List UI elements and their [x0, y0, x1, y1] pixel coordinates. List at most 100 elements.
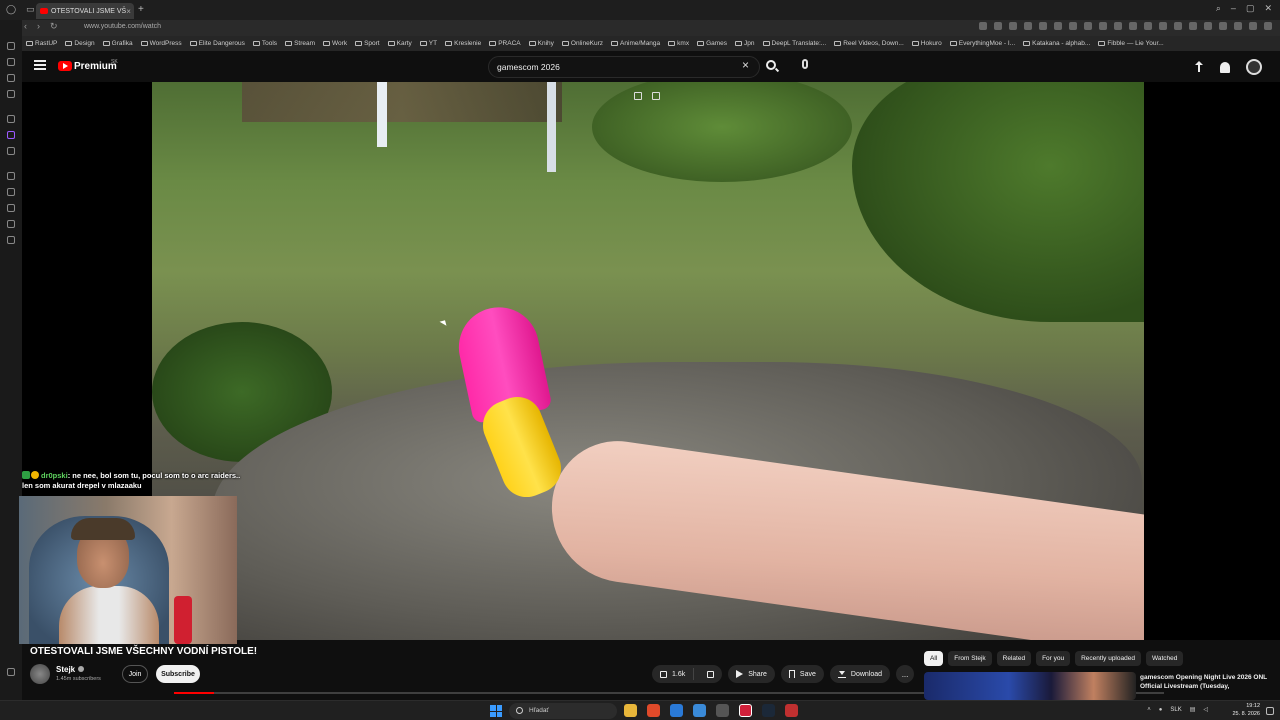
sidebar-app-icon[interactable] — [7, 172, 15, 180]
channel-avatar[interactable] — [30, 664, 50, 684]
notification-icon[interactable] — [1266, 707, 1274, 715]
extension-icon[interactable] — [979, 22, 987, 30]
taskbar-search[interactable]: Hľadať — [509, 703, 617, 719]
extension-icon[interactable] — [1114, 22, 1122, 30]
extension-icon[interactable] — [1174, 22, 1182, 30]
bookmark-item[interactable]: EverythingMoe - I... — [949, 40, 1015, 47]
sidebar-app-icon[interactable] — [7, 74, 15, 82]
tab-list-icon[interactable]: ▭ — [26, 4, 35, 15]
extension-icon[interactable] — [1204, 22, 1212, 30]
search-input[interactable]: gamescom 2026 — [497, 62, 560, 72]
volume-icon[interactable]: ◁ — [1203, 706, 1208, 713]
upload-icon[interactable] — [1194, 61, 1204, 73]
close-window-icon[interactable]: ✕ — [1264, 3, 1272, 14]
filter-chip[interactable]: All — [924, 651, 944, 666]
sidebar-app-icon[interactable] — [7, 115, 15, 123]
bookmark-item[interactable]: Work — [323, 40, 347, 47]
extension-icon[interactable] — [1039, 22, 1047, 30]
recommended-video-thumbnail[interactable] — [924, 672, 1136, 700]
extension-icon[interactable] — [1099, 22, 1107, 30]
search-box[interactable]: gamescom 2026 — [488, 56, 760, 78]
bookmark-item[interactable]: Katakana - alphab... — [1023, 40, 1090, 47]
back-icon[interactable]: ‹ — [24, 21, 27, 32]
bookmark-item[interactable]: RastUP — [26, 40, 57, 47]
search-tabs-icon[interactable]: ⌕ — [1216, 3, 1221, 14]
new-tab-button[interactable]: + — [138, 4, 144, 15]
extension-icon[interactable] — [1129, 22, 1137, 30]
file-explorer-icon[interactable] — [624, 704, 637, 717]
filter-chip[interactable]: Recently uploaded — [1075, 651, 1141, 666]
recommended-video-title[interactable]: gamescom Opening Night Live 2026 ONL Off… — [1140, 674, 1274, 691]
sidebar-app-icon[interactable] — [7, 58, 15, 66]
tray-chevron-icon[interactable]: ˄ — [1147, 707, 1151, 713]
bookmark-item[interactable]: PRACA — [489, 40, 521, 47]
extension-icon[interactable] — [1249, 22, 1257, 30]
app-icon[interactable] — [716, 704, 729, 717]
bookmark-item[interactable]: Fibble — Lie Your... — [1098, 40, 1164, 47]
filter-chip[interactable]: Related — [996, 651, 1032, 666]
miniplayer-icon[interactable] — [634, 92, 642, 100]
forward-icon[interactable]: › — [37, 21, 40, 32]
hamburger-menu-icon[interactable] — [34, 60, 46, 70]
like-button[interactable]: 1.6k — [660, 668, 695, 680]
extension-icon[interactable] — [1069, 22, 1077, 30]
bookmark-item[interactable]: Jpn — [735, 40, 755, 47]
clear-search-icon[interactable]: × — [742, 59, 749, 71]
reload-icon[interactable]: ↻ — [50, 21, 58, 32]
language-indicator[interactable]: SLK — [1170, 707, 1181, 713]
extension-icon[interactable] — [1159, 22, 1167, 30]
filter-chip[interactable]: Watched — [1145, 651, 1184, 666]
bookmark-item[interactable]: Stream — [285, 40, 315, 47]
channel-name-text[interactable]: Stejk — [56, 665, 75, 674]
twitch-icon[interactable] — [7, 131, 15, 139]
sidebar-more-icon[interactable] — [7, 668, 15, 676]
extension-icon[interactable] — [1054, 22, 1062, 30]
account-avatar[interactable] — [1246, 59, 1262, 75]
opera-icon[interactable] — [739, 704, 752, 717]
filter-chip[interactable]: From Stejk — [948, 651, 992, 666]
windows-start-icon[interactable] — [490, 705, 502, 717]
tab-close-icon[interactable]: × — [126, 7, 131, 16]
share-button[interactable]: Share — [728, 665, 775, 683]
bookmark-item[interactable]: Knihy — [528, 40, 554, 47]
video-frame[interactable] — [152, 82, 1144, 640]
extension-icon[interactable] — [1144, 22, 1152, 30]
subscribe-button[interactable]: Subscribe — [156, 665, 200, 683]
taskbar-clock[interactable]: 19:12 25. 8. 2026 — [1232, 703, 1260, 718]
bookmark-item[interactable]: Sport — [355, 40, 380, 47]
bookmark-item[interactable]: kmx — [668, 40, 689, 47]
sidebar-app-icon[interactable] — [7, 90, 15, 98]
bookmark-item[interactable]: Design — [65, 40, 95, 47]
extension-icon[interactable] — [1009, 22, 1017, 30]
notifications-bell-icon[interactable] — [1220, 61, 1230, 73]
more-actions-button[interactable]: ... — [896, 665, 915, 683]
channel-name[interactable]: Stejk — [56, 665, 85, 674]
url-field[interactable]: www.youtube.com/watch — [84, 23, 161, 30]
extension-icon[interactable] — [994, 22, 1002, 30]
download-button[interactable]: Download — [829, 665, 891, 683]
microphone-icon[interactable] — [802, 59, 808, 69]
search-icon[interactable] — [766, 60, 776, 70]
join-button[interactable]: Join — [122, 665, 148, 683]
bookmark-item[interactable]: DeepL Translate:... — [762, 40, 826, 47]
bookmark-item[interactable]: Karty — [387, 40, 412, 47]
youtube-logo-icon[interactable] — [58, 61, 72, 71]
sidebar-app-icon[interactable] — [7, 188, 15, 196]
extension-icon[interactable] — [1189, 22, 1197, 30]
network-icon[interactable]: ▤ — [1190, 706, 1196, 713]
bookmark-item[interactable]: Tools — [252, 40, 277, 47]
bookmark-item[interactable]: Elite Dangerous — [189, 40, 245, 47]
extension-icon[interactable] — [1264, 22, 1272, 30]
save-button[interactable]: Save — [780, 665, 824, 683]
maximize-icon[interactable]: ▢ — [1246, 3, 1255, 14]
brave-icon[interactable] — [647, 704, 660, 717]
sidebar-app-icon[interactable] — [7, 42, 15, 50]
bookmark-item[interactable]: WordPress — [140, 40, 182, 47]
extension-icon[interactable] — [1024, 22, 1032, 30]
filter-chip[interactable]: For you — [1036, 651, 1071, 666]
extension-icon[interactable] — [1219, 22, 1227, 30]
tab-youtube-video[interactable]: OTESTOVALI JSME VŠ × — [36, 3, 134, 19]
app-icon[interactable] — [785, 704, 798, 717]
sidebar-app-icon[interactable] — [7, 147, 15, 155]
app-icon[interactable] — [670, 704, 683, 717]
